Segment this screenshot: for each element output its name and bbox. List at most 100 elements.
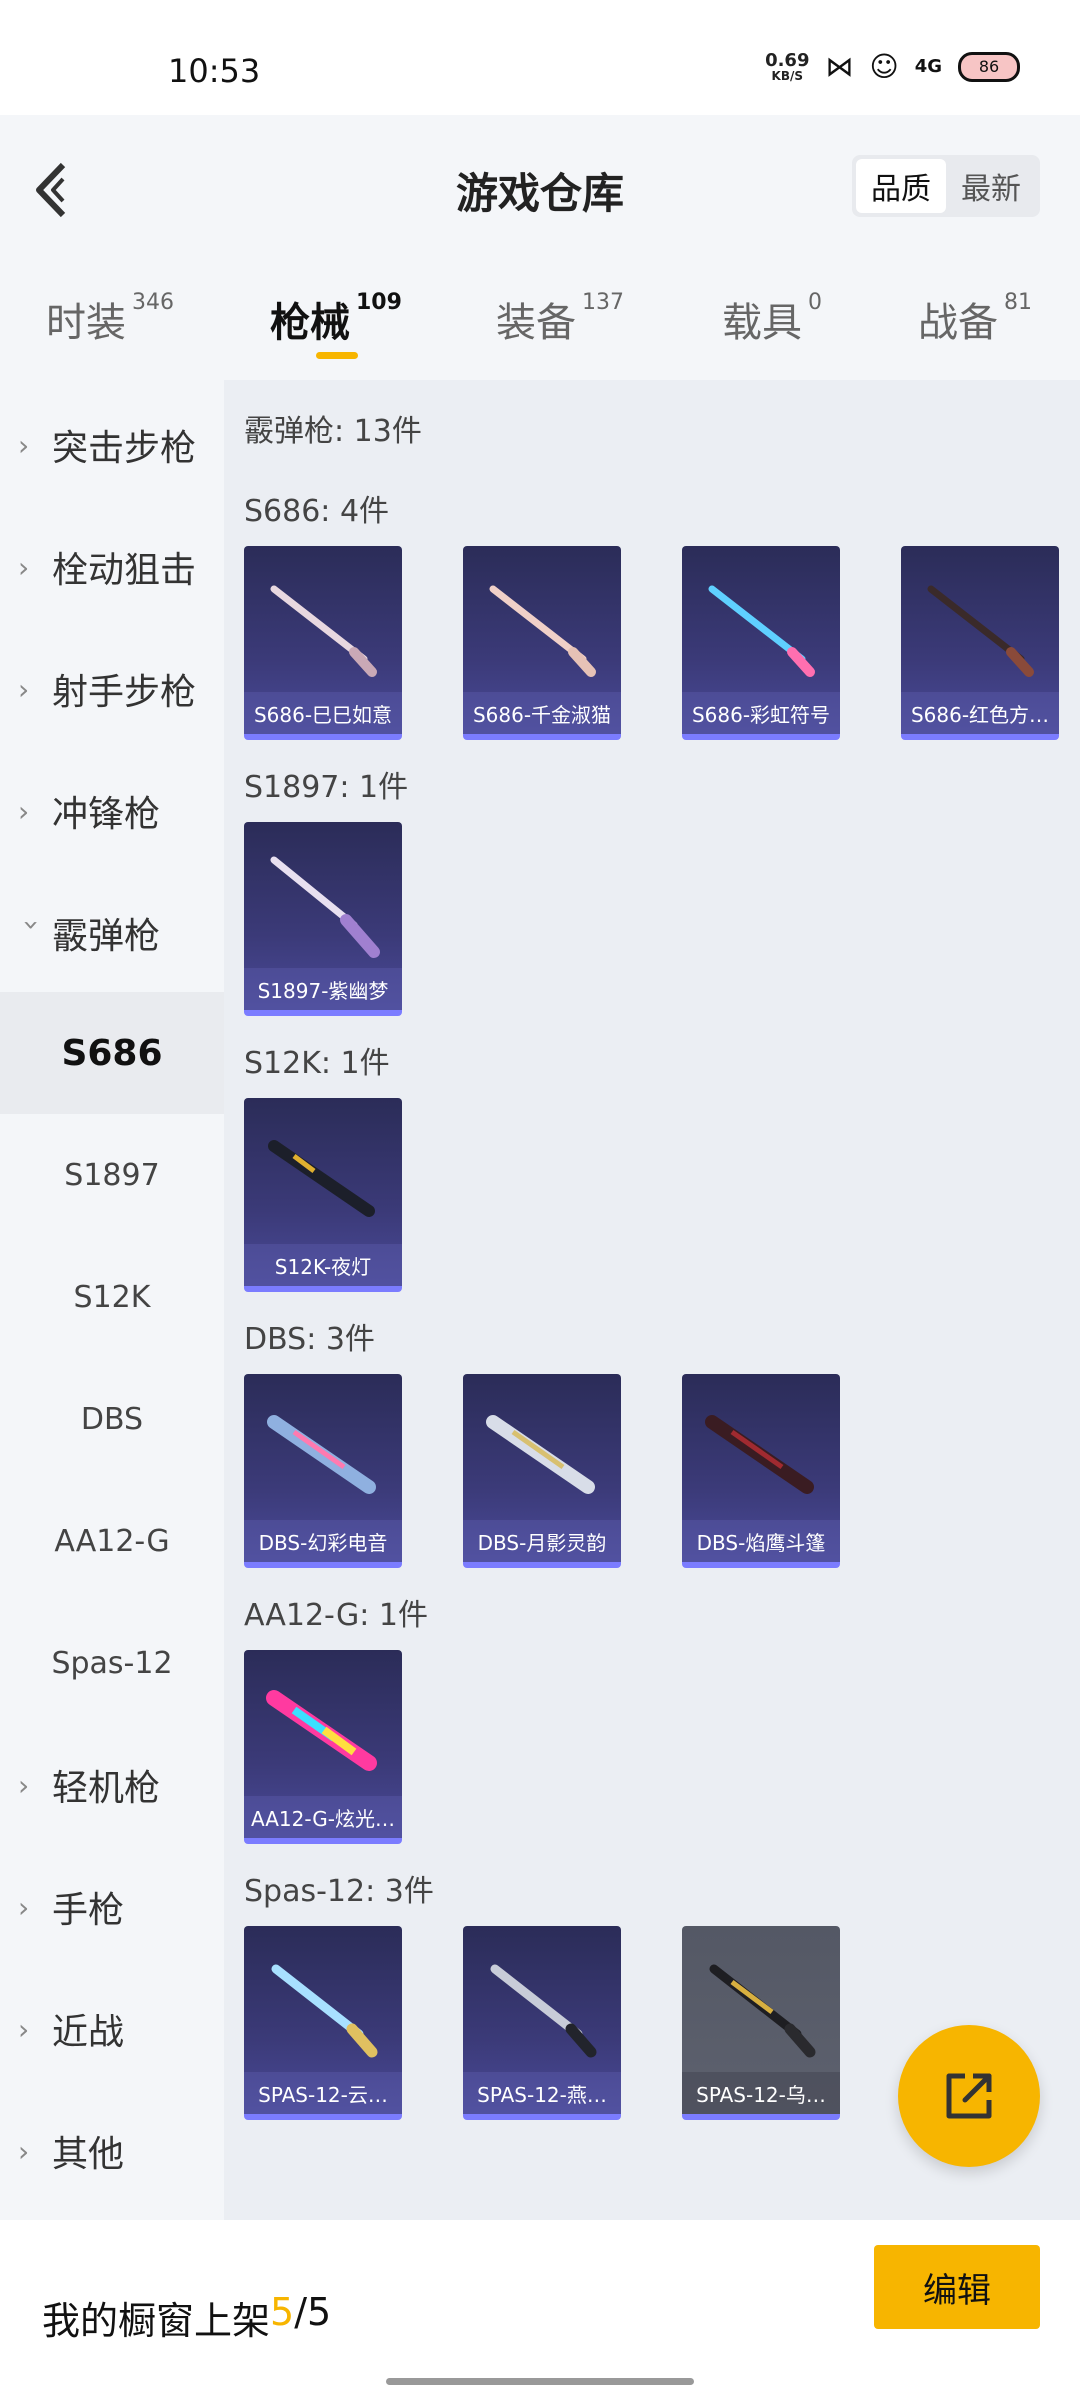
- tab-supplies[interactable]: 战备 81: [918, 290, 1032, 348]
- sidebar-item-label: 霰弹枪: [52, 916, 161, 957]
- item-name: DBS-焰鹰斗篷: [682, 1520, 840, 1562]
- sort-toggle: 品质 最新: [852, 155, 1040, 217]
- group-title: Spas-12: 3件: [244, 1874, 434, 1909]
- status-icons: 0.69 KB/S ⋈ ☺ 4G 86: [765, 50, 1020, 83]
- shotgun-skin-icon: [708, 585, 815, 677]
- sidebar-item-label: 冲锋枪: [52, 794, 161, 835]
- shotgun-skin-icon: [709, 1964, 816, 2058]
- item-card[interactable]: S686-巳巳如意: [244, 546, 402, 740]
- shotgun-skin-icon: [270, 856, 380, 958]
- item-name: S686-千金淑猫: [463, 692, 621, 734]
- tab-label: 时装: [46, 300, 126, 346]
- sidebar-item-assault-rifle[interactable]: › 突击步枪: [0, 384, 224, 506]
- app-header: 游戏仓库 品质 最新: [0, 115, 1080, 260]
- item-card[interactable]: S686-彩虹符号: [682, 546, 840, 740]
- sidebar-item-lmg[interactable]: › 轻机枪: [0, 1724, 224, 1846]
- shotgun-skin-icon: [705, 1415, 814, 1494]
- tab-equipment[interactable]: 装备 137: [496, 290, 624, 348]
- chevron-right-icon: ›: [18, 550, 30, 584]
- item-name: SPAS-12-乌…: [682, 2072, 840, 2114]
- sidebar-sub-s686[interactable]: S686: [0, 992, 224, 1114]
- bottom-bar: 我的橱窗上架 5 /5 编辑: [0, 2220, 1080, 2400]
- group-title: DBS: 3件: [244, 1322, 375, 1357]
- group-title: S1897: 1件: [244, 770, 409, 805]
- item-name: S1897-紫幽梦: [244, 968, 402, 1010]
- showcase-label: 我的橱窗上架: [42, 2299, 271, 2343]
- sidebar-sub-s1897[interactable]: S1897: [0, 1114, 224, 1236]
- shotgun-skin-icon: [268, 1140, 375, 1217]
- tab-count: 137: [582, 290, 624, 315]
- sort-quality-button[interactable]: 品质: [856, 159, 946, 213]
- shotgun-skin-icon: [927, 585, 1034, 677]
- item-card[interactable]: DBS-焰鹰斗篷: [682, 1374, 840, 1568]
- sidebar-sub-dbs[interactable]: DBS: [0, 1358, 224, 1480]
- showcase-total: /5: [294, 2290, 332, 2334]
- tab-label: 战备: [918, 300, 998, 346]
- chevron-down-icon: ›: [15, 919, 49, 931]
- showcase-status: 我的橱窗上架 5 /5: [42, 2290, 331, 2345]
- item-card[interactable]: SPAS-12-乌…: [682, 1926, 840, 2120]
- category-tabs: 时装 346 枪械 109 装备 137 载具 0 战备 81: [0, 260, 1080, 380]
- sidebar-item-other[interactable]: › 其他: [0, 2090, 224, 2212]
- item-name: SPAS-12-燕…: [463, 2072, 621, 2114]
- item-card[interactable]: S1897-紫幽梦: [244, 822, 402, 1016]
- ghost-icon: ☺: [869, 50, 899, 83]
- sidebar-sub-s12k[interactable]: S12K: [0, 1236, 224, 1358]
- item-name: SPAS-12-云…: [244, 2072, 402, 2114]
- item-name: S686-红色方…: [901, 692, 1059, 734]
- item-card[interactable]: AA12-G-炫光…: [244, 1650, 402, 1844]
- sidebar-item-melee[interactable]: › 近战: [0, 1968, 224, 2090]
- item-card[interactable]: S686-千金淑猫: [463, 546, 621, 740]
- status-time: 10:53: [168, 52, 261, 90]
- net-speed: 0.69 KB/S: [765, 51, 809, 83]
- shotgun-skin-icon: [271, 1964, 378, 2058]
- net-speed-unit: KB/S: [771, 68, 804, 83]
- sidebar-sub-spas12[interactable]: Spas-12: [0, 1602, 224, 1724]
- sidebar-item-bolt-sniper[interactable]: › 栓动狙击: [0, 506, 224, 628]
- tab-count: 81: [1004, 290, 1032, 315]
- section-title: 霰弹枪: 13件: [244, 414, 422, 449]
- group-title: AA12-G: 1件: [244, 1598, 428, 1633]
- sidebar-item-label: 栓动狙击: [52, 550, 197, 591]
- shotgun-skin-icon: [490, 1964, 597, 2058]
- battery-icon: 86: [958, 51, 1020, 82]
- item-name: DBS-幻彩电音: [244, 1520, 402, 1562]
- share-button[interactable]: [898, 2025, 1040, 2167]
- sidebar-item-marksman-rifle[interactable]: › 射手步枪: [0, 628, 224, 750]
- sidebar-sub-aa12g[interactable]: AA12-G: [0, 1480, 224, 1602]
- sidebar-item-label: 其他: [52, 2134, 125, 2175]
- category-sidebar: › 突击步枪 › 栓动狙击 › 射手步枪 › 冲锋枪 › 霰弹枪 S686 S1…: [0, 380, 224, 2220]
- sidebar-item-label: 近战: [52, 2012, 125, 2053]
- chevron-right-icon: ›: [18, 1890, 30, 1924]
- item-name: AA12-G-炫光…: [244, 1796, 402, 1838]
- item-name: S686-彩虹符号: [682, 692, 840, 734]
- tab-label: 装备: [496, 300, 576, 346]
- item-name: S686-巳巳如意: [244, 692, 402, 734]
- sidebar-item-shotgun[interactable]: › 霰弹枪: [0, 872, 224, 994]
- item-card[interactable]: DBS-月影灵韵: [463, 1374, 621, 1568]
- item-name: DBS-月影灵韵: [463, 1520, 621, 1562]
- tab-guns[interactable]: 枪械 109: [270, 290, 402, 348]
- item-name: S12K-夜灯: [244, 1244, 402, 1286]
- chevron-right-icon: ›: [18, 2012, 30, 2046]
- item-card[interactable]: SPAS-12-燕…: [463, 1926, 621, 2120]
- sidebar-item-smg[interactable]: › 冲锋枪: [0, 750, 224, 872]
- item-card[interactable]: DBS-幻彩电音: [244, 1374, 402, 1568]
- item-list: 霰弹枪: 13件 S686: 4件 S686-巳巳如意 S686-千金淑猫 S6…: [224, 380, 1080, 2220]
- item-card[interactable]: S12K-夜灯: [244, 1098, 402, 1292]
- tab-fashion[interactable]: 时装 346: [46, 290, 174, 348]
- item-card[interactable]: S686-红色方…: [901, 546, 1059, 740]
- sidebar-item-label: 轻机枪: [52, 1768, 161, 1809]
- home-indicator[interactable]: [386, 2378, 694, 2385]
- tab-count: 0: [808, 290, 822, 315]
- sort-latest-button[interactable]: 最新: [946, 159, 1036, 213]
- group-title: S12K: 1件: [244, 1046, 390, 1081]
- chevron-right-icon: ›: [18, 672, 30, 706]
- tab-vehicles[interactable]: 载具 0: [722, 290, 822, 348]
- edit-button[interactable]: 编辑: [874, 2245, 1040, 2329]
- sidebar-item-pistol[interactable]: › 手枪: [0, 1846, 224, 1968]
- shotgun-skin-icon: [266, 1690, 377, 1771]
- shotgun-skin-icon: [270, 585, 377, 677]
- item-card[interactable]: SPAS-12-云…: [244, 1926, 402, 2120]
- bow-icon: ⋈: [825, 50, 854, 83]
